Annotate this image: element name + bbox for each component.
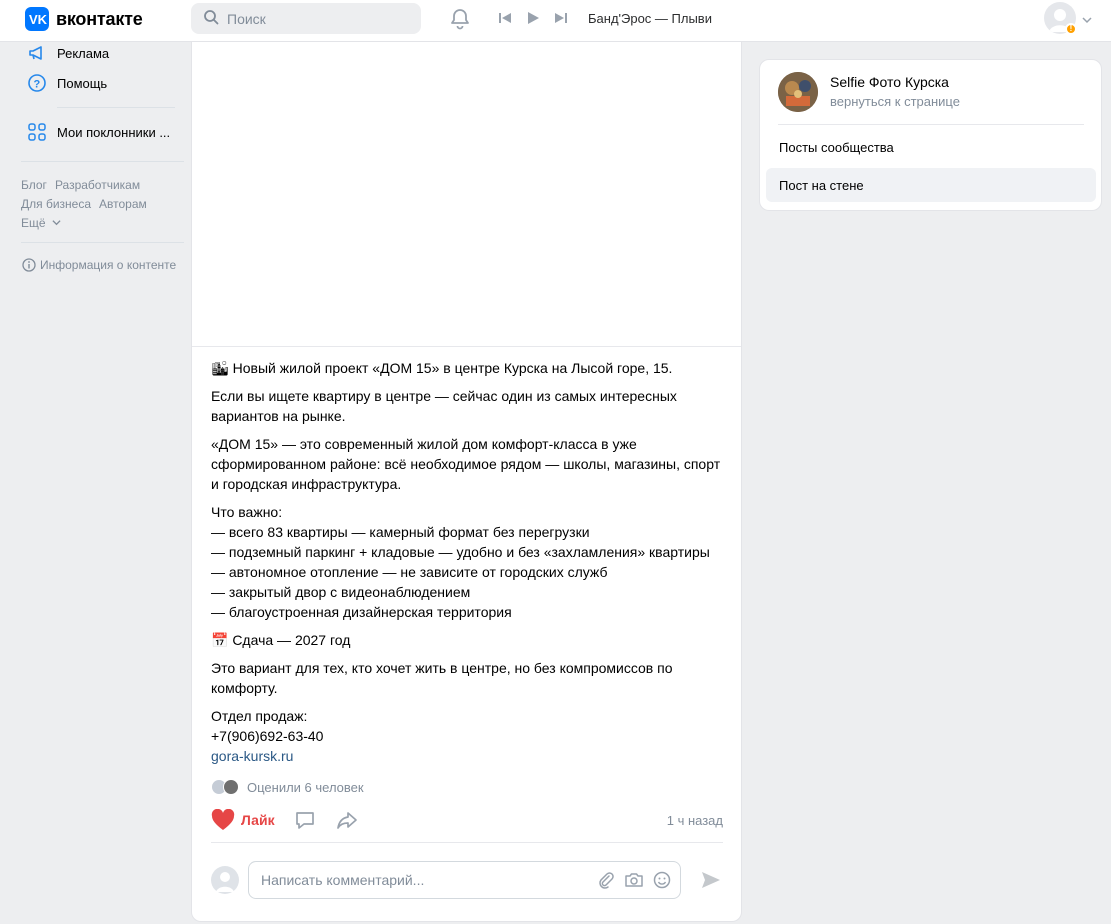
vk-logo[interactable]: VK вконтакте: [25, 7, 143, 31]
notifications-bell-icon[interactable]: [448, 7, 472, 31]
vk-logo-icon: VK: [25, 7, 49, 31]
sidebar-item-label: Мои поклонники ...: [57, 124, 171, 140]
likes-count-text: Оценили 6 человек: [247, 779, 364, 795]
emoji-icon[interactable]: [652, 870, 672, 890]
share-icon[interactable]: [335, 808, 359, 832]
chevron-down-icon: [52, 220, 61, 226]
search-input[interactable]: [227, 10, 397, 27]
important-list: Что важно: — всего 83 квартиры — камерны…: [211, 502, 726, 622]
likes-summary[interactable]: Оценили 6 человек: [211, 779, 364, 795]
group-avatar[interactable]: [778, 72, 818, 112]
camera-icon[interactable]: [624, 870, 644, 890]
comment-input[interactable]: [261, 872, 581, 888]
panel-divider: [778, 124, 1084, 125]
list-item: — автономное отопление — не зависите от …: [211, 564, 608, 580]
sidebar-item-fans[interactable]: Мои поклонники ...: [27, 122, 170, 142]
post-media[interactable]: [192, 42, 741, 347]
group-name[interactable]: Selfie Фото Курска: [830, 74, 949, 90]
post-actions: Лайк 1 ч назад: [211, 808, 723, 832]
attach-icon[interactable]: [596, 870, 616, 890]
sidebar-item-ads[interactable]: Реклама: [27, 43, 109, 63]
sales-title: Отдел продаж:: [211, 708, 308, 724]
post-paragraph: Если вы ищете квартиру в центре — сейчас…: [211, 388, 677, 424]
sidebar-divider: [21, 242, 184, 243]
list-item: — всего 83 квартиры — камерный формат бе…: [211, 524, 590, 540]
content-info-label: Информация о контенте: [40, 258, 177, 272]
sidebar-item-label: Реклама: [57, 45, 110, 61]
current-track[interactable]: Банд'Эрос — Плыви: [588, 11, 712, 26]
chevron-down-icon[interactable]: [1082, 13, 1092, 28]
svg-text:?: ?: [34, 79, 41, 91]
play-icon[interactable]: [525, 10, 541, 26]
list-item: — подземный паркинг + кладовые — удобно …: [211, 544, 710, 560]
footer-link-developers[interactable]: Разработчикам: [55, 178, 140, 192]
search-box[interactable]: [191, 3, 421, 34]
content-info-link[interactable]: Информация о контенте: [22, 258, 176, 272]
avatar: [211, 866, 239, 894]
apps-icon: [27, 122, 47, 142]
comment-box[interactable]: [248, 861, 681, 899]
sidebar-item-help[interactable]: ? Помощь: [27, 73, 107, 93]
post-paragraph: Это вариант для тех, кто хочет жить в це…: [211, 660, 673, 696]
footer-link-business[interactable]: Для бизнеса: [21, 197, 91, 211]
alert-badge-icon: !: [1065, 23, 1077, 35]
comment-icon[interactable]: [293, 808, 317, 832]
info-icon: [22, 258, 36, 272]
avatar: [223, 779, 239, 795]
post-deadline: 📅 Сдача — 2027 год: [211, 632, 351, 648]
list-item: — закрытый двор с видеонаблюдением: [211, 584, 471, 600]
footer-more[interactable]: Ещё: [21, 214, 155, 233]
next-track-icon[interactable]: [553, 10, 569, 26]
back-to-page-link[interactable]: вернуться к странице: [830, 94, 960, 109]
heart-icon: [211, 809, 235, 830]
sidebar-divider: [21, 161, 184, 162]
menu-item-community-posts[interactable]: Посты сообщества: [766, 130, 1096, 164]
sales-contacts: Отдел продаж: +7(906)692-63-40 gora-kurs…: [211, 706, 726, 766]
community-panel: Selfie Фото Курска вернуться к странице …: [759, 59, 1102, 211]
post-paragraph: 🏙 Новый жилой проект «ДОМ 15» в центре К…: [211, 360, 673, 376]
list-item: — благоустроенная дизайнерская территори…: [211, 604, 512, 620]
search-icon: [203, 9, 219, 28]
previous-track-icon[interactable]: [497, 10, 513, 26]
like-label: Лайк: [241, 812, 275, 828]
logo-text: вконтакте: [56, 8, 143, 29]
post-time[interactable]: 1 ч назад: [667, 813, 723, 828]
comment-tools: [596, 870, 672, 890]
sidebar-divider: [57, 107, 175, 108]
like-button[interactable]: Лайк: [211, 809, 275, 831]
liker-avatars: [211, 779, 239, 795]
footer-link-authors[interactable]: Авторам: [99, 197, 147, 211]
important-title: Что важно:: [211, 504, 283, 520]
help-icon: ?: [27, 73, 47, 93]
sidebar-item-label: Помощь: [57, 75, 108, 91]
send-icon[interactable]: [699, 868, 723, 892]
wall-post: 🏙 Новый жилой проект «ДОМ 15» в центре К…: [191, 42, 742, 922]
phone-number: +7(906)692-63-40: [211, 728, 324, 744]
footer-link-blog[interactable]: Блог: [21, 178, 47, 192]
audio-player: [497, 10, 569, 26]
svg-text:VK: VK: [29, 12, 48, 27]
post-text: 🏙 Новый жилой проект «ДОМ 15» в центре К…: [211, 358, 726, 774]
top-header: VK вконтакте Банд'Эрос — Плыви !: [0, 0, 1111, 42]
site-link[interactable]: gora-kursk.ru: [211, 748, 293, 764]
footer-more-label: Ещё: [21, 216, 46, 230]
megaphone-icon: [27, 43, 47, 63]
post-paragraph: «ДОМ 15» — это современный жилой дом ком…: [211, 436, 721, 492]
footer-links: Блог Разработчикам Для бизнеса Авторам Ещё: [21, 176, 155, 233]
menu-item-wall-post[interactable]: Пост на стене: [766, 168, 1096, 202]
comment-divider: [211, 842, 723, 843]
